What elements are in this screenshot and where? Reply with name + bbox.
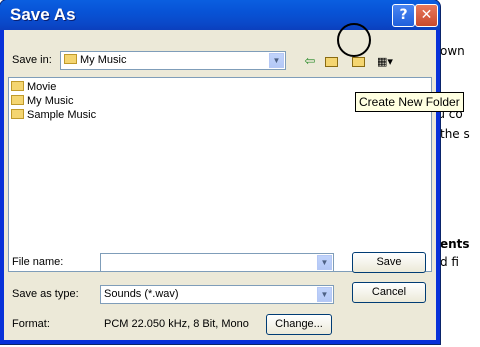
save-as-dialog: Save As ? ✕ Save in: My Music ▼ ⇦ ▦▾ Mov… (0, 0, 440, 344)
help-button[interactable]: ? (392, 4, 415, 27)
save-button[interactable]: Save (352, 252, 426, 273)
background-text: own (440, 44, 465, 58)
music-folder-icon (64, 54, 77, 64)
save-in-label: Save in: (12, 54, 52, 66)
chevron-down-icon[interactable]: ▼ (317, 255, 332, 270)
up-folder-icon[interactable] (321, 53, 341, 71)
chevron-down-icon[interactable]: ▼ (269, 53, 284, 68)
background-text: d fi (440, 255, 459, 269)
chevron-down-icon[interactable]: ▼ (317, 287, 332, 302)
dialog-body: Save in: My Music ▼ ⇦ ▦▾ Movie My Music … (4, 30, 436, 340)
list-item[interactable]: My Music (11, 95, 73, 108)
list-item[interactable]: Sample Music (11, 109, 96, 122)
change-button[interactable]: Change... (266, 314, 332, 335)
format-value: PCM 22.050 kHz, 8 Bit, Mono (104, 318, 249, 330)
save-as-type-label: Save as type: (12, 288, 79, 300)
close-button[interactable]: ✕ (415, 4, 438, 27)
cancel-button[interactable]: Cancel (352, 282, 426, 303)
folder-icon (11, 95, 24, 105)
tooltip: Create New Folder (355, 92, 464, 112)
highlight-circle (337, 23, 371, 57)
view-menu-icon[interactable]: ▦▾ (372, 53, 398, 71)
title-bar[interactable]: Save As ? ✕ (0, 0, 440, 30)
back-icon[interactable]: ⇦ (300, 53, 320, 71)
save-in-dropdown[interactable]: My Music ▼ (60, 51, 286, 70)
file-name-label: File name: (12, 256, 64, 268)
dialog-title: Save As (10, 5, 76, 24)
folder-icon (11, 109, 24, 119)
background-text: the s (440, 127, 470, 141)
file-name-field[interactable]: ▼ (100, 253, 334, 272)
save-as-type-dropdown[interactable]: Sounds (*.wav) ▼ (100, 285, 334, 304)
format-label: Format: (12, 318, 50, 330)
list-item[interactable]: Movie (11, 81, 56, 94)
folder-icon (11, 81, 24, 91)
background-text: ents (440, 237, 470, 251)
save-in-value: My Music (80, 54, 127, 66)
